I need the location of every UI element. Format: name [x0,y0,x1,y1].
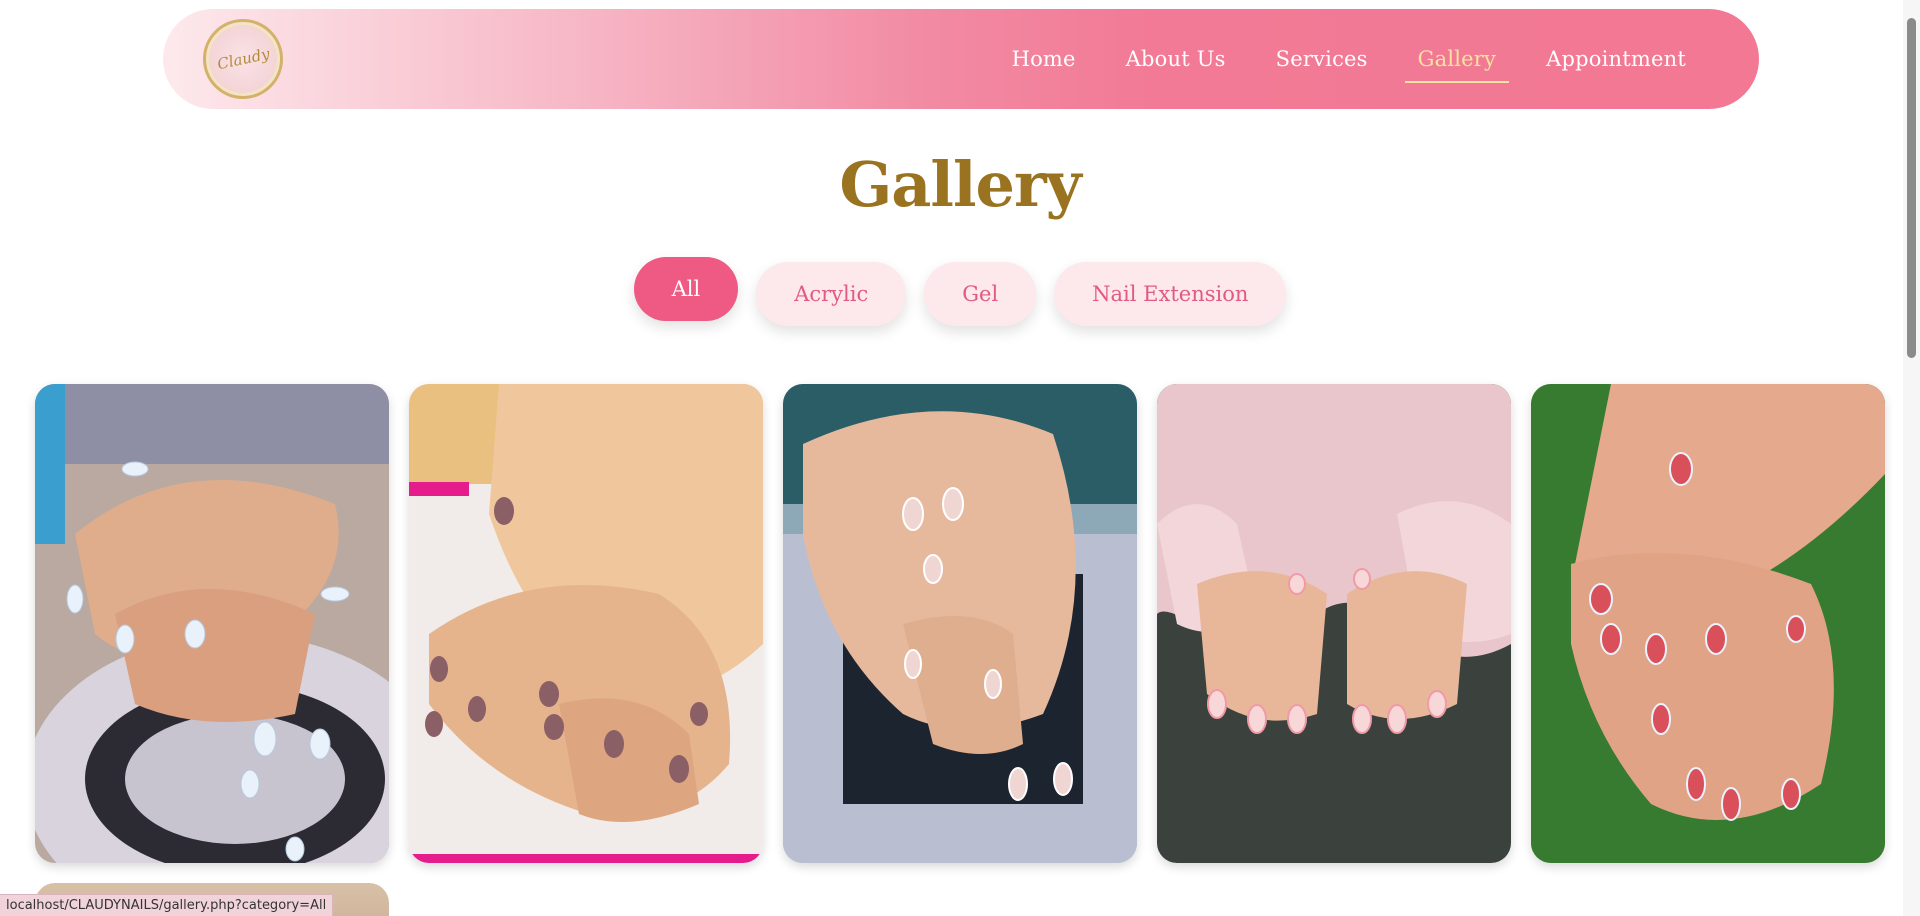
french-tip-nails-photo [783,384,1137,863]
category-filters: All Acrylic Gel Nail Extension [0,257,1920,326]
nav-link-about-us[interactable]: About Us [1101,37,1251,81]
logo-text: Claudy [215,44,271,74]
nav-links: Home About Us Services Gallery Appointme… [987,9,1711,109]
mauve-glitter-nails-photo [409,384,763,863]
nav-link-home[interactable]: Home [987,37,1101,81]
logo[interactable]: Claudy [203,19,283,99]
nav-link-gallery[interactable]: Gallery [1393,37,1521,83]
top-navbar: Claudy Home About Us Services Gallery Ap… [163,9,1759,109]
page-title: Gallery [839,148,1081,221]
scrollbar-thumb[interactable] [1907,18,1916,358]
filter-acrylic-button[interactable]: Acrylic [756,262,907,326]
gallery-item[interactable] [35,384,389,863]
gallery-item[interactable] [783,384,1137,863]
nav-link-appointment[interactable]: Appointment [1521,37,1711,81]
gallery-grid [35,384,1885,863]
gallery-item[interactable] [1531,384,1885,863]
red-bow-nails-photo [1531,384,1885,863]
pink-blush-nails-photo [1157,384,1511,863]
nav-link-services[interactable]: Services [1251,37,1393,81]
filter-all-button[interactable]: All [633,257,739,321]
white-pearl-nails-photo [35,384,389,863]
status-bar-url: localhost/CLAUDYNAILS/gallery.php?catego… [0,894,334,916]
filter-nail-extension-button[interactable]: Nail Extension [1054,262,1287,326]
vertical-scrollbar[interactable] [1903,0,1920,916]
gallery-item[interactable] [1157,384,1511,863]
gallery-item[interactable] [409,384,763,863]
filter-gel-button[interactable]: Gel [924,262,1037,326]
